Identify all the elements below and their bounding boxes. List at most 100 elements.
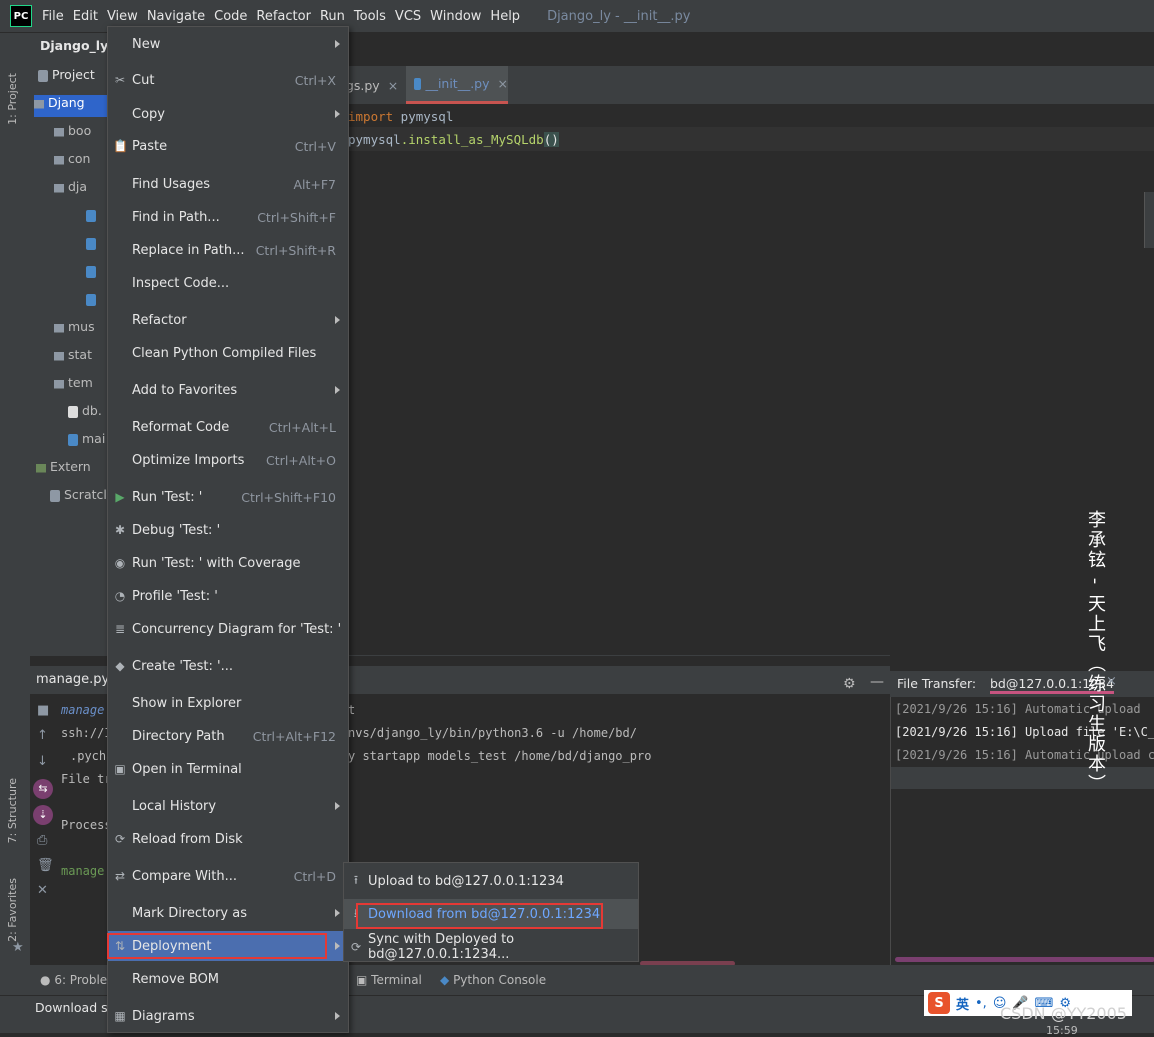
horizontal-scrollbar[interactable] xyxy=(895,957,1154,962)
submenu-sync[interactable]: ⟳ Sync with Deployed to bd@127.0.0.1:123… xyxy=(344,932,638,962)
menu-item-local-history[interactable]: Local History xyxy=(108,791,348,821)
run-line: ssh://I xyxy=(61,726,112,740)
folder-icon xyxy=(54,128,64,137)
menu-vcs[interactable]: VCS xyxy=(395,9,421,24)
punctuation-icon[interactable]: •, xyxy=(975,996,987,1011)
menu-window[interactable]: Window xyxy=(430,9,481,24)
print-icon[interactable]: ⎙ xyxy=(37,833,47,848)
menu-item-run-test[interactable]: ▶ Run 'Test: ' Ctrl+Shift+F10 xyxy=(108,482,348,512)
menu-item-show-in-explorer[interactable]: Show in Explorer xyxy=(108,688,348,718)
tab-favorites[interactable]: 2: Favorites xyxy=(6,878,19,942)
close-icon[interactable]: × xyxy=(498,76,508,91)
menu-item-create-test[interactable]: ◆ Create 'Test: '... xyxy=(108,651,348,681)
menu-item-new[interactable]: New xyxy=(108,29,348,59)
close-icon[interactable]: ✕ xyxy=(37,883,48,898)
file-transfer-log: [2021/9/26 15:16] Automatic upload [2021… xyxy=(890,697,1154,967)
tree-item-root[interactable]: Djang xyxy=(34,95,108,117)
menu-item-paste[interactable]: 📋 Paste Ctrl+V xyxy=(108,131,348,161)
submenu-arrow-icon xyxy=(335,942,340,950)
close-icon[interactable]: × xyxy=(388,78,398,93)
run-line: manage xyxy=(61,864,105,878)
tab-structure[interactable]: 7: Structure xyxy=(6,778,19,843)
up-arrow-icon[interactable]: ↑ xyxy=(37,728,48,743)
menu-item-copy[interactable]: Copy xyxy=(108,99,348,129)
menu-item-open-in-terminal[interactable]: ▣ Open in Terminal xyxy=(108,754,348,784)
tree-item[interactable]: boo xyxy=(54,123,91,145)
tree-item[interactable]: stat xyxy=(54,347,92,369)
tree-item[interactable]: dja xyxy=(54,179,87,201)
menu-item-remove-bom[interactable]: Remove BOM xyxy=(108,964,348,994)
scroll-to-end-icon[interactable]: ⇣ xyxy=(33,805,53,825)
tab-project[interactable]: 1: Project xyxy=(6,73,19,125)
soft-wrap-icon[interactable]: ⇆ xyxy=(33,779,53,799)
menu-item-cut[interactable]: ✂ Cut Ctrl+X xyxy=(108,65,348,95)
tree-item[interactable]: tem xyxy=(54,375,93,397)
project-view-tab[interactable]: Project xyxy=(38,67,95,89)
tab-init-py[interactable]: __init__.py × xyxy=(406,66,508,104)
project-root-label: Django_ly xyxy=(40,38,108,53)
trash-icon[interactable]: 🗑 xyxy=(37,858,54,873)
tree-file[interactable] xyxy=(86,291,100,313)
submenu-arrow-icon xyxy=(335,40,340,48)
tab-terminal[interactable]: ▣ Terminal xyxy=(356,973,422,987)
sogou-ime-icon[interactable]: S xyxy=(928,992,950,1014)
menu-item-mark-directory-as[interactable]: Mark Directory as xyxy=(108,898,348,928)
menu-run[interactable]: Run xyxy=(320,9,345,24)
concurrency-icon: ≣ xyxy=(114,622,126,636)
reload-icon: ⟳ xyxy=(114,832,126,846)
project-context-menu: New ✂ Cut Ctrl+X Copy 📋 Paste Ctrl+V Find Usages… xyxy=(107,26,349,1033)
menu-tools[interactable]: Tools xyxy=(354,9,386,24)
menu-item-label: Inspect Code... xyxy=(132,275,230,291)
menu-item-find-in-path[interactable]: Find in Path... Ctrl+Shift+F xyxy=(108,202,348,232)
menu-item-diagrams[interactable]: ▦ Diagrams xyxy=(108,1001,348,1031)
menu-navigate[interactable]: Navigate xyxy=(147,9,205,24)
menu-item-find-usages[interactable]: Find Usages Alt+F7 xyxy=(108,169,348,199)
menu-item-replace-in-path[interactable]: Replace in Path... Ctrl+Shift+R xyxy=(108,235,348,265)
tree-item[interactable]: mus xyxy=(54,319,95,341)
down-arrow-icon[interactable]: ↓ xyxy=(37,754,48,769)
vertical-watermark-text: 李承铉 - 天上飞（练习生版本） xyxy=(1085,510,1106,794)
ime-language[interactable]: 英 xyxy=(956,994,969,1013)
python-file-icon xyxy=(86,293,96,306)
tree-file[interactable] xyxy=(86,235,100,257)
menu-item-run-test-with-coverage[interactable]: ◉ Run 'Test: ' with Coverage xyxy=(108,548,348,578)
menu-item-compare-with[interactable]: ⇄ Compare With... Ctrl+D xyxy=(108,861,348,891)
menu-item-concurrency-diagram-for-test[interactable]: ≣ Concurrency Diagram for 'Test: ' xyxy=(108,614,348,644)
menu-item-debug-test[interactable]: ✱ Debug 'Test: ' xyxy=(108,515,348,545)
stop-icon[interactable]: ■ xyxy=(37,703,49,718)
python-file-icon xyxy=(68,433,78,446)
editor-scroll-marker[interactable] xyxy=(1144,192,1154,248)
tree-file[interactable] xyxy=(86,207,100,229)
menu-file[interactable]: File xyxy=(42,9,64,24)
pycharm-logo-icon: PC xyxy=(10,5,32,27)
menu-item-reload-from-disk[interactable]: ⟳ Reload from Disk xyxy=(108,824,348,854)
menu-item-clean-python-compiled-files[interactable]: Clean Python Compiled Files xyxy=(108,338,348,368)
file-icon xyxy=(68,405,78,418)
menu-item-add-to-favorites[interactable]: Add to Favorites xyxy=(108,375,348,405)
menu-refactor[interactable]: Refactor xyxy=(256,9,311,24)
menu-item-refactor[interactable]: Refactor xyxy=(108,305,348,335)
submenu-upload[interactable]: ⭱ Upload to bd@127.0.0.1:1234 xyxy=(344,866,638,896)
menu-item-profile-test[interactable]: ◔ Profile 'Test: ' xyxy=(108,581,348,611)
menu-help[interactable]: Help xyxy=(490,9,520,24)
tree-item-external-libraries[interactable]: Extern xyxy=(36,459,91,481)
python-file-icon xyxy=(86,265,96,278)
tree-file[interactable] xyxy=(86,263,100,285)
tree-file[interactable]: db. xyxy=(68,403,102,425)
gear-icon[interactable]: ⚙ xyxy=(843,676,856,692)
menu-item-shortcut: Ctrl+Shift+R xyxy=(255,242,336,258)
menu-item-optimize-imports[interactable]: Optimize Imports Ctrl+Alt+O xyxy=(108,445,348,475)
menu-item-directory-path[interactable]: Directory Path Ctrl+Alt+F12 xyxy=(108,721,348,751)
tree-item-scratches[interactable]: Scratcl xyxy=(50,487,107,509)
terminal-icon: ▣ xyxy=(356,973,368,987)
tree-item[interactable]: con xyxy=(54,151,90,173)
minimize-icon[interactable]: — xyxy=(870,674,884,690)
menu-item-inspect-code[interactable]: Inspect Code... xyxy=(108,268,348,298)
menu-item-reformat-code[interactable]: Reformat Code Ctrl+Alt+L xyxy=(108,412,348,442)
menu-view[interactable]: View xyxy=(107,9,138,24)
menu-item-label: Cut xyxy=(132,72,155,88)
menu-edit[interactable]: Edit xyxy=(73,9,98,24)
tab-python-console[interactable]: ◆ Python Console xyxy=(440,973,546,987)
tree-file[interactable]: mai xyxy=(68,431,105,453)
menu-code[interactable]: Code xyxy=(214,9,247,24)
